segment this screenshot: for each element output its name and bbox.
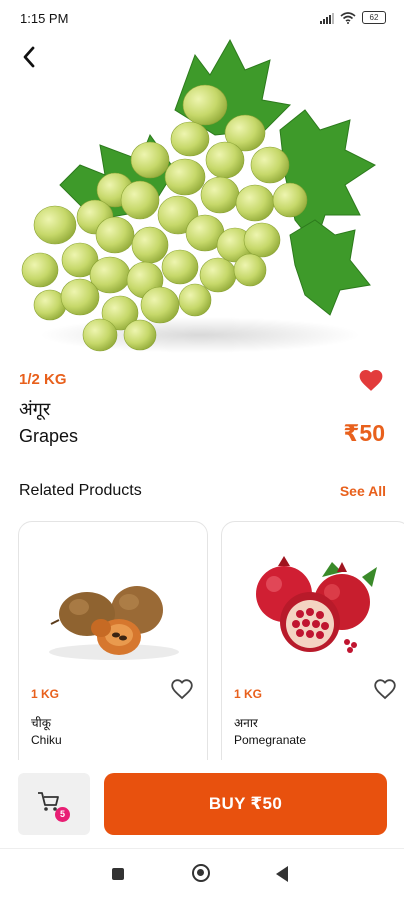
- cart-button[interactable]: 5: [18, 773, 90, 835]
- status-time: 1:15 PM: [20, 11, 69, 26]
- battery-icon: 62: [362, 11, 386, 24]
- related-product-weight: 1 KG: [31, 687, 60, 701]
- home-icon[interactable]: [192, 864, 210, 882]
- cart-count-badge: 5: [55, 807, 70, 822]
- heart-filled-icon: [359, 370, 383, 391]
- back-button[interactable]: [14, 42, 44, 72]
- heart-outline-icon: [374, 679, 396, 700]
- see-all-link[interactable]: See All: [340, 483, 386, 499]
- status-bar: 1:15 PM 62: [0, 0, 404, 38]
- back-arrow-icon: [23, 46, 35, 68]
- status-icons: 62: [320, 11, 386, 24]
- product-weight: 1/2 KG: [19, 371, 67, 388]
- related-product-card[interactable]: 1 KG अनार Pomegranate: [221, 521, 404, 783]
- related-product-name-hindi: चीकू: [31, 716, 51, 730]
- related-product-name: Pomegranate: [234, 733, 307, 747]
- wifi-icon: [340, 11, 356, 24]
- related-favorite-button[interactable]: [170, 678, 194, 700]
- related-favorite-button[interactable]: [373, 678, 397, 700]
- product-image: [21, 38, 376, 353]
- nav-back-icon[interactable]: [276, 866, 288, 882]
- buy-button[interactable]: BUY ₹50: [104, 773, 387, 835]
- product-price: ₹50: [343, 420, 385, 446]
- heart-outline-icon: [171, 679, 193, 700]
- recents-icon[interactable]: [112, 868, 124, 880]
- chiku-image: [49, 586, 179, 660]
- pomegranate-image: [256, 556, 377, 653]
- system-nav-bar: [0, 848, 404, 901]
- related-product-name: Chiku: [31, 733, 62, 747]
- related-product-card[interactable]: 1 KG चीकू Chiku: [18, 521, 208, 783]
- related-product-weight: 1 KG: [234, 687, 263, 701]
- signal-icon: [320, 12, 334, 24]
- favorite-button[interactable]: [358, 368, 384, 392]
- bottom-action-bar: 5 BUY ₹50: [0, 760, 404, 848]
- related-products-heading: Related Products: [19, 482, 142, 499]
- product-name: Grapes: [19, 426, 79, 446]
- related-product-name-hindi: अनार: [234, 716, 258, 730]
- product-name-hindi: अंगूर: [19, 399, 51, 419]
